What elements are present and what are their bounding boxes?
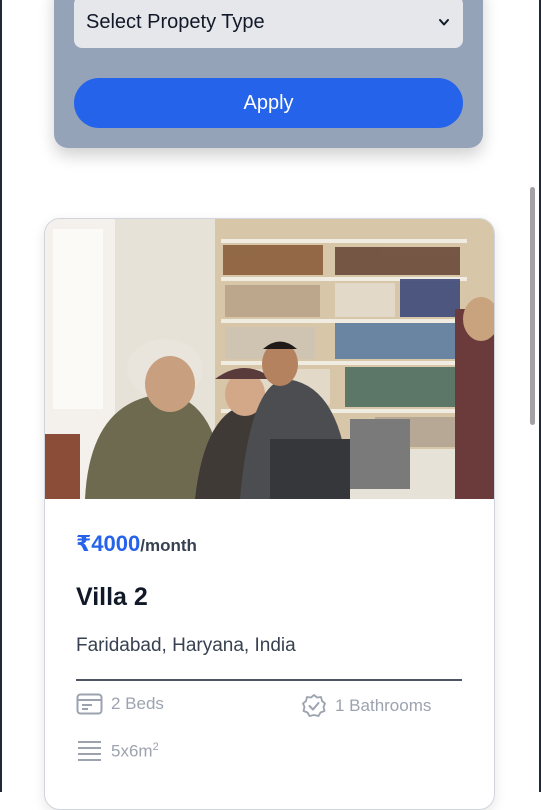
beds-label: 2 Beds bbox=[111, 694, 164, 713]
size-exponent: 2 bbox=[152, 740, 159, 753]
size-label: 5x6m2 bbox=[111, 741, 159, 762]
listing-title: Villa 2 bbox=[76, 583, 148, 611]
scrollbar-thumb[interactable] bbox=[530, 187, 535, 425]
chevron-down-icon bbox=[437, 15, 451, 29]
lines-icon bbox=[78, 741, 101, 761]
apply-button[interactable]: Apply bbox=[74, 78, 463, 128]
feature-beds: 2 Beds bbox=[76, 693, 164, 715]
price-amount: ₹4000 bbox=[76, 531, 141, 556]
badge-check-icon bbox=[302, 694, 326, 717]
price-period: /month bbox=[140, 536, 197, 555]
property-photo bbox=[45, 219, 494, 499]
property-type-select-value: Select Propety Type bbox=[86, 10, 265, 33]
window-border-left bbox=[0, 0, 2, 792]
filter-panel: Select Propety Type Apply bbox=[54, 0, 483, 148]
feature-size: 5x6m2 bbox=[76, 739, 159, 763]
divider bbox=[76, 679, 462, 681]
feature-bathrooms: 1 Bathrooms bbox=[301, 693, 431, 719]
listing-location: Faridabad, Haryana, India bbox=[76, 635, 296, 656]
property-card[interactable]: ₹4000/month Villa 2 Faridabad, Haryana, … bbox=[44, 218, 495, 810]
bed-card-icon bbox=[76, 693, 103, 715]
listing-price: ₹4000/month bbox=[76, 531, 197, 557]
bathrooms-label: 1 Bathrooms bbox=[335, 696, 432, 715]
property-type-select[interactable]: Select Propety Type bbox=[74, 0, 463, 48]
size-value: 5x6m bbox=[111, 741, 153, 761]
